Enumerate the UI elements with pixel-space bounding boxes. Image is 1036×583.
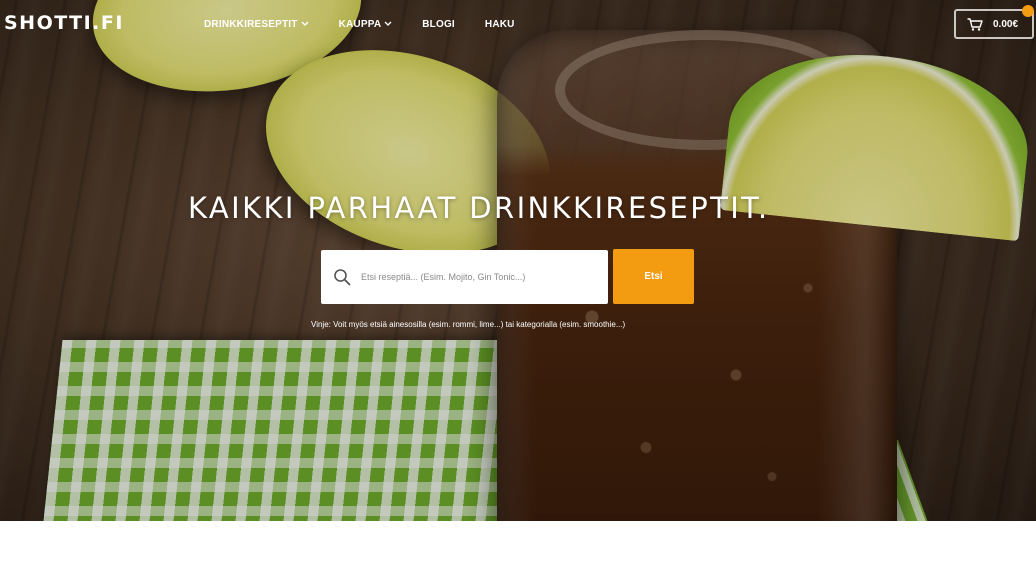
nav-item-haku[interactable]: HAKU (485, 19, 515, 30)
search-hint: Vinje: Voit myös etsiä ainesosilla (esim… (311, 320, 626, 329)
search-field[interactable] (321, 250, 608, 304)
chevron-down-icon (301, 19, 309, 29)
search-icon (333, 268, 351, 286)
page-title: KAIKKI PARHAAT DRINKKIRESEPTIT. (188, 191, 770, 225)
nav-item-blogi[interactable]: BLOGI (422, 19, 455, 30)
nav-item-drinkkireseptit[interactable]: DRINKKIRESEPTIT (204, 19, 309, 30)
nav-item-label: HAKU (484, 18, 515, 30)
chevron-down-icon (384, 19, 392, 29)
cart-amount: 0.00€ (993, 18, 1019, 30)
nav-item-label: BLOGI (422, 18, 455, 30)
nav-item-kauppa[interactable]: KAUPPA (339, 19, 393, 30)
content-area (0, 521, 1036, 583)
nav-item-label: KAUPPA (338, 18, 382, 30)
cart-count-badge (1022, 5, 1034, 17)
main-nav: DRINKKIRESEPTIT KAUPPA BLOGI HAKU (204, 17, 515, 31)
search-button[interactable]: Etsi (613, 249, 694, 304)
site-logo[interactable]: SHOTTI.FI (4, 11, 124, 35)
search-input[interactable] (361, 272, 581, 282)
nav-item-label: DRINKKIRESEPTIT (204, 18, 298, 30)
cart-icon (967, 17, 983, 31)
